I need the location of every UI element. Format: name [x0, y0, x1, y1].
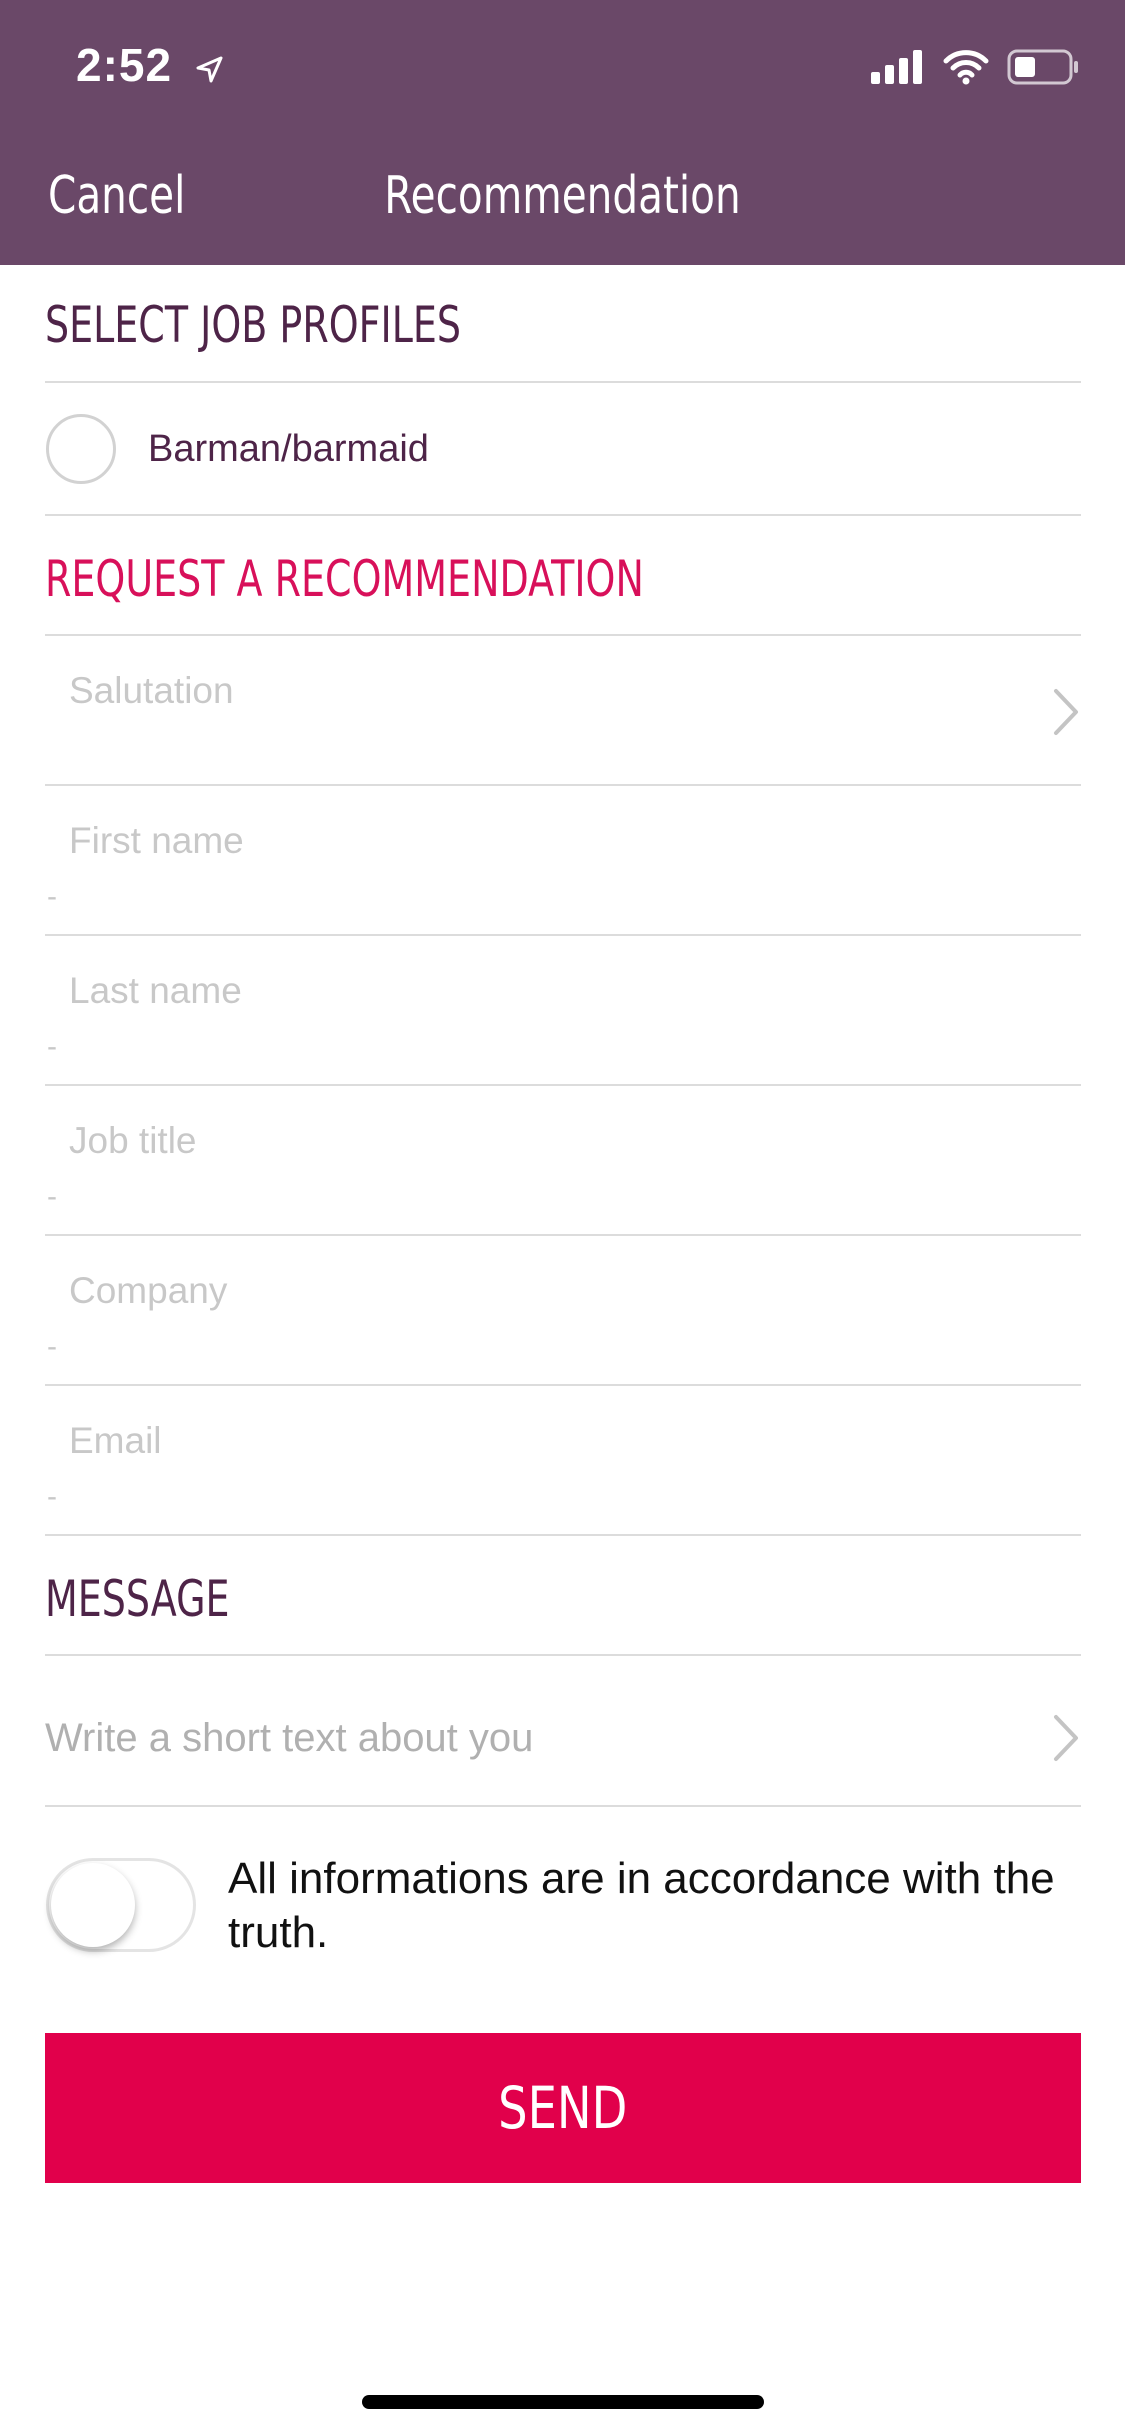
- nav-header: 2:52 Cancel Recommendation: [0, 0, 1125, 265]
- consent-text: All informations are in accordance with …: [228, 1854, 1055, 1957]
- page-title-text: Recommendation: [384, 166, 741, 226]
- first-name-label: First name: [69, 820, 244, 861]
- divider: [45, 634, 1081, 636]
- toggle-knob: [51, 1863, 135, 1947]
- location-arrow-icon: [194, 42, 224, 96]
- job-title-label: Job title: [69, 1120, 197, 1161]
- company-label: Company: [69, 1270, 228, 1311]
- divider: [45, 1234, 1081, 1236]
- status-time-text: 2:52: [76, 39, 173, 91]
- divider: [45, 784, 1081, 786]
- chevron-right-icon[interactable]: [1051, 1713, 1081, 1763]
- divider: [45, 1534, 1081, 1536]
- page-title: Recommendation: [0, 166, 1125, 226]
- job-profile-radio[interactable]: [46, 414, 116, 484]
- first-name-input[interactable]: -: [47, 880, 57, 914]
- salutation-field[interactable]: Salutation: [69, 670, 234, 712]
- consent-toggle[interactable]: [46, 1858, 196, 1952]
- battery-icon: [1007, 49, 1081, 90]
- divider: [45, 1384, 1081, 1386]
- home-indicator[interactable]: [362, 2395, 764, 2409]
- job-title-input[interactable]: -: [47, 1180, 57, 1214]
- email-label: Email: [69, 1420, 162, 1461]
- divider: [45, 514, 1081, 516]
- job-profile-label[interactable]: Barman/barmaid: [148, 428, 429, 471]
- wifi-icon: [943, 49, 989, 90]
- divider: [45, 381, 1081, 383]
- chevron-right-icon[interactable]: [1051, 687, 1081, 737]
- message-heading: MESSAGE: [45, 1570, 230, 1628]
- divider: [45, 1084, 1081, 1086]
- signal-bars-icon: [871, 49, 925, 89]
- status-icons: [871, 44, 1081, 94]
- divider: [45, 934, 1081, 936]
- divider: [45, 1654, 1081, 1656]
- message-input[interactable]: Write a short text about you: [45, 1716, 533, 1761]
- email-input[interactable]: -: [47, 1480, 57, 1514]
- last-name-label: Last name: [69, 970, 242, 1011]
- send-button-label: SEND: [498, 2074, 628, 2142]
- last-name-input[interactable]: -: [47, 1030, 57, 1064]
- send-button[interactable]: SEND: [45, 2033, 1081, 2183]
- job-profiles-heading: SELECT JOB PROFILES: [45, 296, 462, 354]
- status-time: 2:52: [76, 38, 224, 96]
- divider: [45, 1805, 1081, 1807]
- company-input[interactable]: -: [47, 1330, 57, 1364]
- request-heading: REQUEST A RECOMMENDATION: [45, 550, 644, 608]
